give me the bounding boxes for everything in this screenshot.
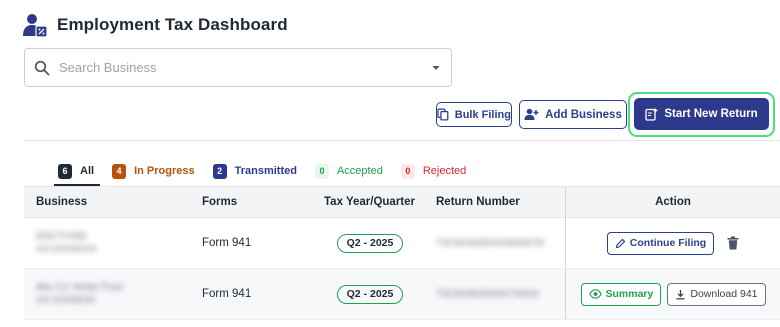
tab-all[interactable]: 6 All: [58, 163, 95, 179]
table-row[interactable]: DD2 FUND XX-2XX0XX4 Form 941 Q2 - 2025 T…: [24, 218, 780, 269]
business-name-cell: DD2 FUND XX-2XX0XX4: [36, 230, 96, 256]
summary-button[interactable]: Summary: [580, 282, 662, 306]
start-new-return-button[interactable]: Start New Return: [634, 98, 769, 130]
business-name: Abc Co Verba Trust: [36, 282, 123, 293]
table-row[interactable]: Abc Co Verba Trust XX-X2X9X20 Form 941 Q…: [24, 269, 780, 320]
action-cell: Continue Filing: [565, 218, 780, 268]
tab-rejected[interactable]: 0 Rejected: [400, 163, 467, 179]
tab-label: In Progress: [134, 165, 195, 177]
bulk-filing-label: Bulk Filing: [454, 108, 511, 121]
form-cell: Form 941: [202, 237, 252, 249]
tab-count: 4: [112, 163, 127, 179]
bulk-filing-button[interactable]: Bulk Filing: [436, 102, 512, 127]
page-header: Employment Tax Dashboard: [22, 12, 288, 38]
table-header: Business Forms Tax Year/Quarter Return N…: [24, 187, 780, 218]
trash-icon[interactable]: [727, 236, 739, 250]
tab-label: Transmitted: [234, 165, 297, 177]
pencil-icon: [615, 238, 626, 248]
tab-transmitted[interactable]: 2 Transmitted: [212, 163, 297, 179]
download-941-button[interactable]: Download 941: [667, 282, 766, 306]
header-action-cell: Action: [565, 187, 780, 217]
new-document-icon: [645, 108, 658, 121]
business-name: DD2 FUND: [36, 231, 87, 242]
header-business: Business: [36, 196, 88, 208]
download-941-label: Download 941: [690, 288, 758, 300]
search-input[interactable]: Search Business: [24, 48, 452, 87]
return-number-cell: T2C9X4025X5X7X5X0: [436, 288, 539, 300]
chevron-down-icon[interactable]: [431, 63, 441, 73]
tax-period-badge: Q2 - 2025: [337, 284, 403, 304]
action-cell: Summary Download 941: [565, 269, 780, 319]
continue-filing-label: Continue Filing: [629, 237, 707, 249]
header-tax-year: Tax Year/Quarter: [324, 196, 415, 208]
tab-accepted[interactable]: 0 Accepted: [314, 163, 383, 179]
search-icon: [34, 60, 50, 75]
business-ein: XX-X2X9X20: [36, 295, 95, 306]
status-tabs: 6 All 4 In Progress 2 Transmitted 0 Acce…: [58, 162, 484, 180]
form-cell: Form 941: [202, 288, 252, 300]
user-tax-icon: [23, 14, 48, 38]
tab-count: 0: [314, 163, 329, 179]
tab-count: 0: [400, 163, 415, 179]
return-number-cell: T2C9X4025X5X8X9X78: [436, 237, 544, 249]
copy-icon: [437, 108, 449, 121]
download-icon: [676, 289, 685, 299]
add-user-icon: [524, 108, 539, 120]
section-divider: [24, 140, 780, 141]
tab-count: 2: [212, 163, 227, 179]
tab-count: 6: [58, 163, 72, 179]
tab-in-progress[interactable]: 4 In Progress: [112, 163, 195, 179]
tax-period-badge: Q2 - 2025: [337, 233, 403, 253]
tab-label: Accepted: [336, 165, 383, 177]
business-name-cell: Abc Co Verba Trust XX-X2X9X20: [36, 281, 123, 307]
header-forms: Forms: [202, 196, 238, 208]
header-action: Action: [655, 196, 691, 208]
start-new-return-label: Start New Return: [664, 108, 758, 120]
add-business-button[interactable]: Add Business: [519, 100, 627, 129]
business-ein: XX-2XX0XX4: [36, 244, 97, 255]
page-title: Employment Tax Dashboard: [57, 15, 288, 34]
search-placeholder: Search Business: [59, 60, 157, 75]
tab-label: Rejected: [422, 165, 467, 177]
header-return-number: Return Number: [436, 196, 520, 208]
returns-table: Business Forms Tax Year/Quarter Return N…: [24, 186, 780, 320]
add-business-label: Add Business: [545, 108, 622, 121]
tab-label: All: [80, 165, 95, 177]
continue-filing-button[interactable]: Continue Filing: [606, 231, 715, 255]
eye-icon: [588, 289, 602, 299]
summary-label: Summary: [605, 288, 654, 300]
